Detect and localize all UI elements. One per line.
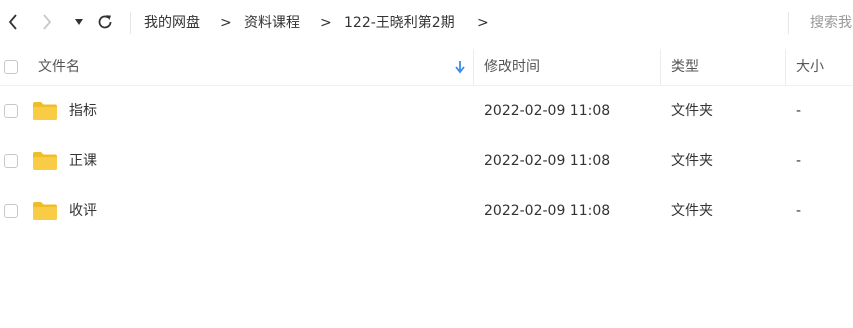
breadcrumb-separator: > (320, 15, 332, 31)
file-name[interactable]: 正课 (69, 136, 97, 186)
column-header-type[interactable]: 类型 (671, 49, 699, 85)
history-dropdown-button[interactable] (68, 11, 90, 33)
file-modified: 2022-02-09 11:08 (484, 153, 611, 169)
file-name[interactable]: 指标 (69, 86, 97, 136)
file-type: 文件夹 (671, 203, 713, 219)
forward-button[interactable] (36, 11, 58, 33)
row-checkbox[interactable] (4, 154, 18, 168)
refresh-button[interactable] (94, 11, 116, 33)
arrow-down-icon[interactable] (454, 60, 466, 74)
chevron-right-icon (43, 14, 52, 30)
breadcrumb-separator: > (220, 15, 232, 31)
column-header-modified[interactable]: 修改时间 (484, 49, 540, 85)
file-name[interactable]: 收评 (69, 186, 97, 236)
row-checkbox[interactable] (4, 204, 18, 218)
column-divider[interactable] (660, 49, 661, 85)
column-divider[interactable] (785, 49, 786, 85)
file-size: - (796, 103, 802, 119)
file-list-header: 文件名 修改时间 类型 大小 (0, 49, 853, 86)
toolbar-divider (130, 12, 131, 34)
breadcrumb-item-courses[interactable]: 资料课程 (244, 13, 300, 33)
toolbar: 我的网盘 > 资料课程 > 122-王晓利第2期 > 搜索我 (0, 0, 853, 46)
breadcrumb-item-root[interactable]: 我的网盘 (144, 13, 200, 33)
table-row[interactable]: 收评 2022-02-09 11:08 文件夹 - (0, 186, 853, 236)
search-input[interactable]: 搜索我 (810, 13, 852, 33)
column-header-size[interactable]: 大小 (796, 49, 824, 85)
search-divider (788, 12, 789, 34)
column-header-name[interactable]: 文件名 (38, 49, 80, 85)
folder-icon (32, 151, 58, 171)
back-button[interactable] (2, 11, 24, 33)
folder-icon (32, 201, 58, 221)
file-size: - (796, 203, 802, 219)
file-type: 文件夹 (671, 153, 713, 169)
folder-icon (32, 101, 58, 121)
file-modified: 2022-02-09 11:08 (484, 103, 611, 119)
column-divider[interactable] (473, 49, 474, 85)
row-checkbox[interactable] (4, 104, 18, 118)
breadcrumb-expand[interactable]: > (477, 13, 489, 33)
table-row[interactable]: 正课 2022-02-09 11:08 文件夹 - (0, 136, 853, 186)
breadcrumb-item-current[interactable]: 122-王晓利第2期 (344, 13, 455, 33)
file-size: - (796, 153, 802, 169)
select-all-checkbox[interactable] (4, 60, 18, 74)
table-row[interactable]: 指标 2022-02-09 11:08 文件夹 - (0, 86, 853, 136)
file-type: 文件夹 (671, 103, 713, 119)
refresh-icon (98, 15, 112, 29)
caret-down-icon (75, 19, 83, 25)
chevron-left-icon (8, 14, 17, 30)
file-modified: 2022-02-09 11:08 (484, 203, 611, 219)
